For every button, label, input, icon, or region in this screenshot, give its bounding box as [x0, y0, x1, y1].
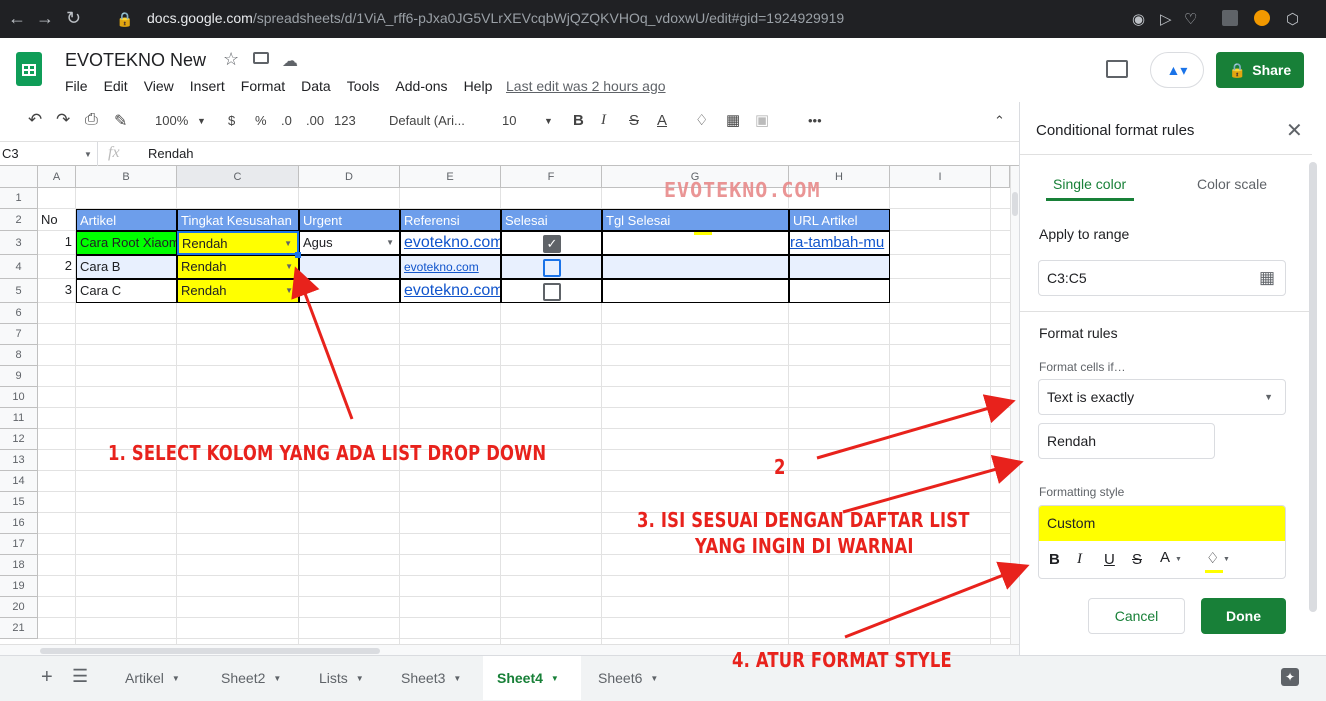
arrow-to-condition [816, 394, 1016, 460]
annotation-step-3-line2: YANG INGIN DI WARNAI [695, 534, 914, 558]
annotation-step-1: 1. SELECT KOLOM YANG ADA LIST DROP DOWN [108, 441, 547, 465]
annotation-arrows [291, 266, 1030, 639]
annotation-step-3-line1: 3. ISI SESUAI DENGAN DAFTAR LIST [637, 508, 970, 532]
arrow-to-column [291, 266, 354, 420]
arrow-to-value [842, 455, 1024, 514]
annotation-step-4: 4. ATUR FORMAT STYLE [732, 648, 952, 672]
annotation-step-2: 2 [774, 455, 786, 479]
arrow-to-style [844, 561, 1030, 639]
